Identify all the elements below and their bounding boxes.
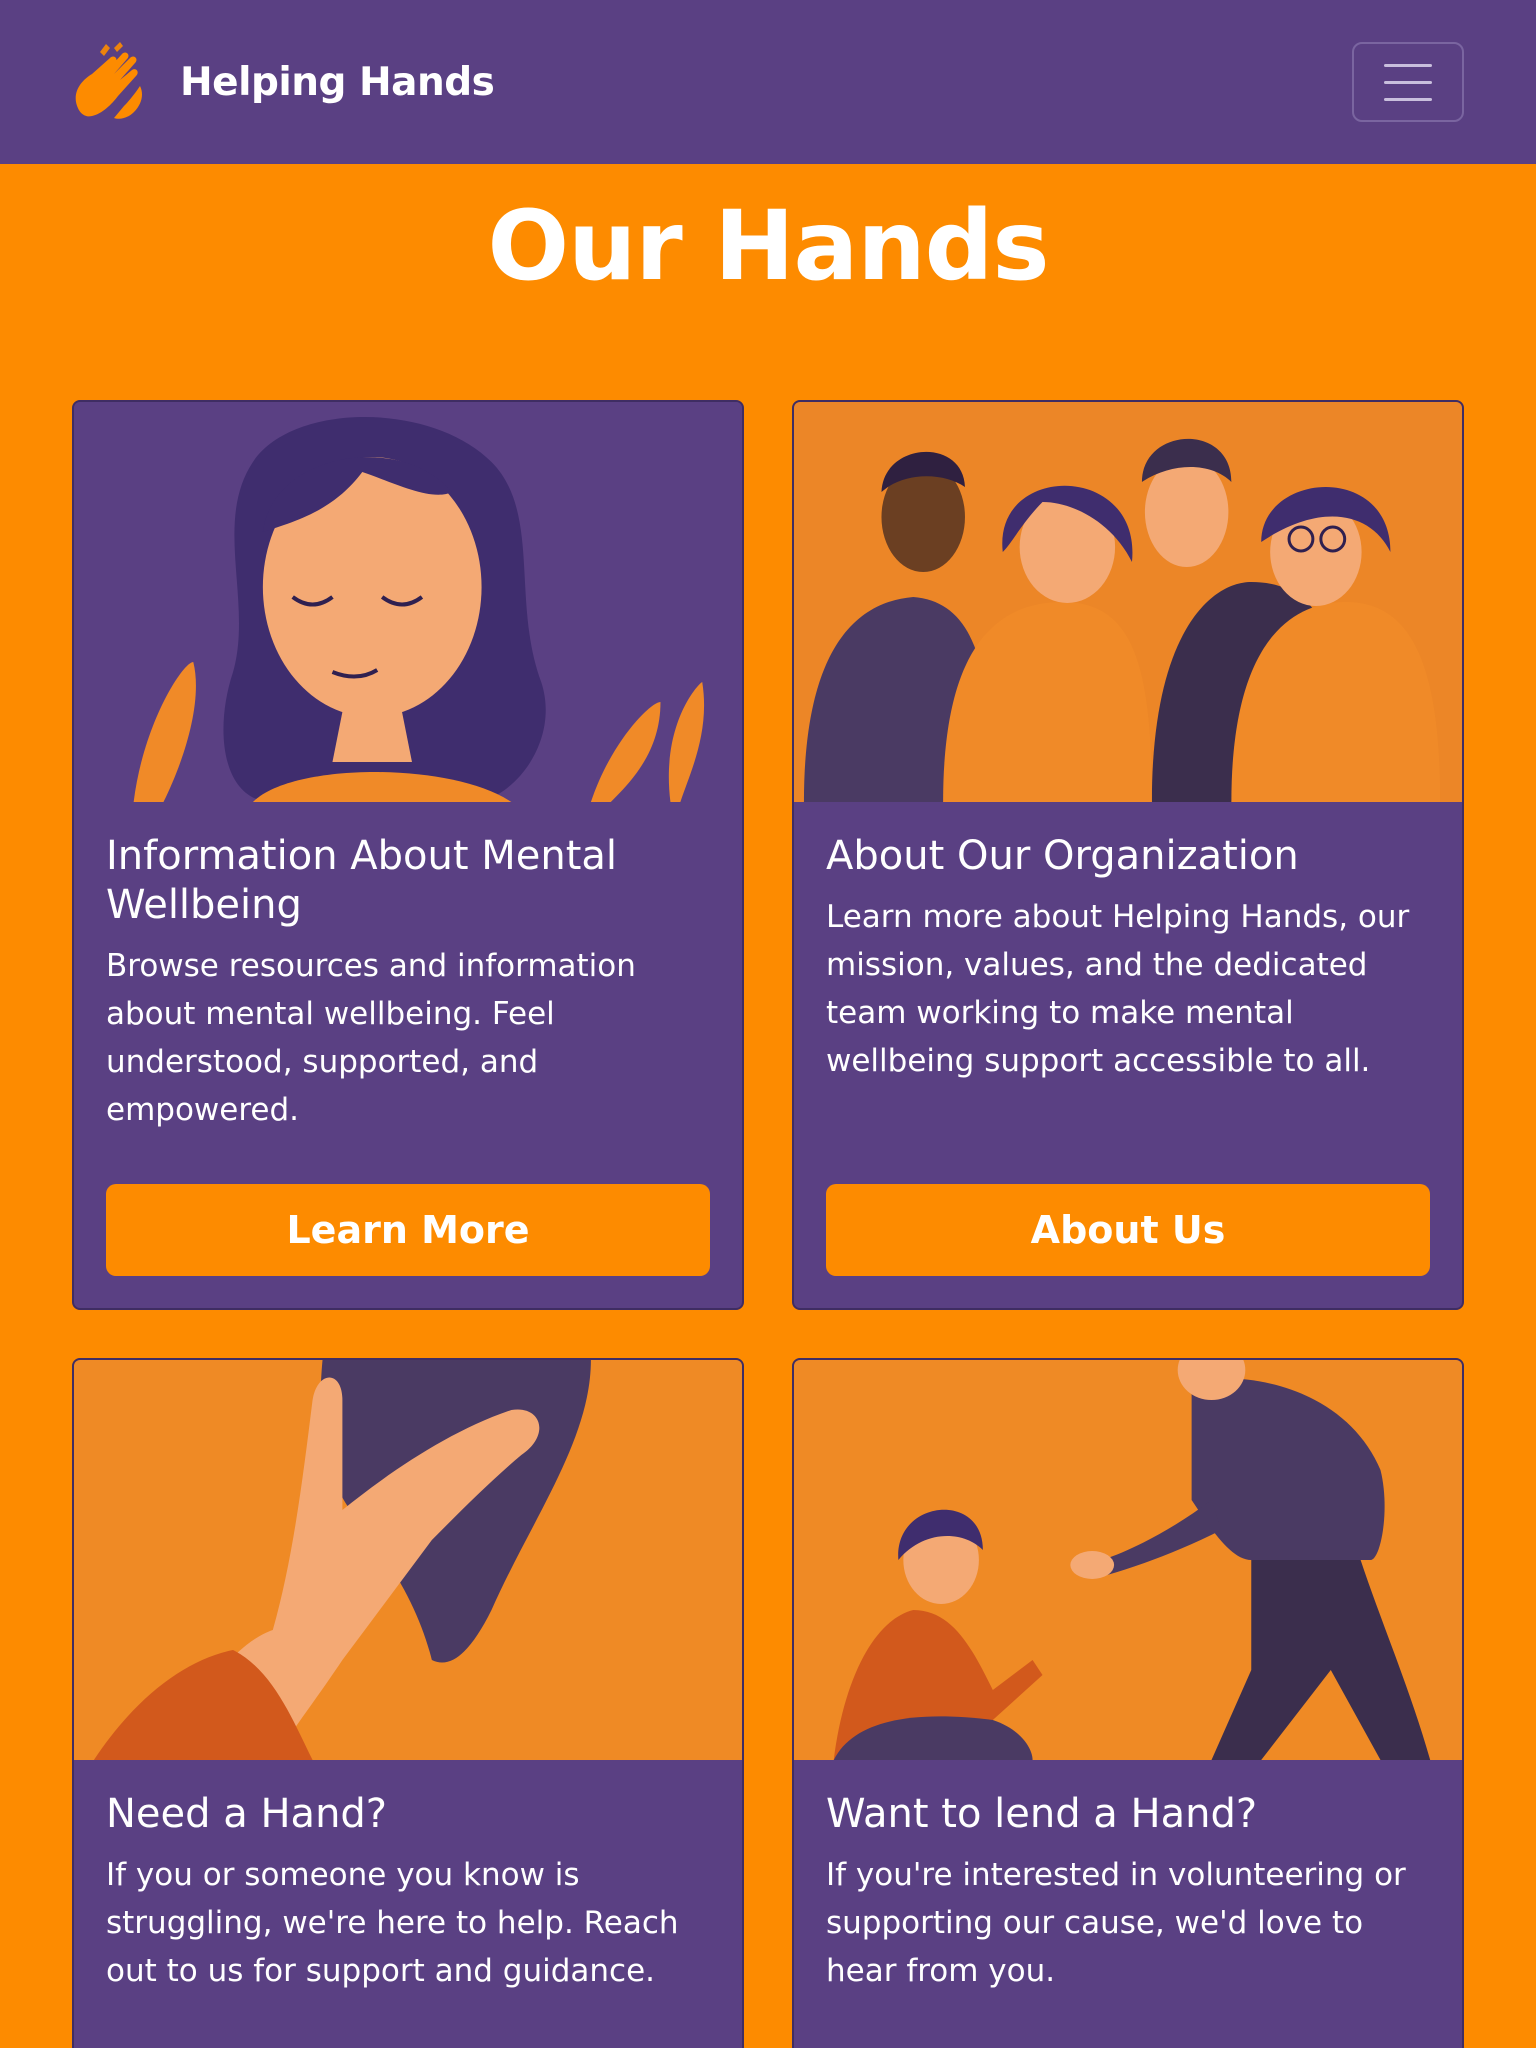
team-group-illustration — [794, 402, 1462, 802]
menu-toggle-button[interactable] — [1352, 42, 1464, 122]
card-mental-wellbeing: Information About Mental Wellbeing Brows… — [72, 400, 744, 1310]
calm-woman-illustration — [74, 402, 742, 802]
hands-holding-illustration — [74, 1360, 742, 1760]
card-title: Want to lend a Hand? — [826, 1791, 1258, 1837]
card-title: Information About Mental Wellbeing — [106, 833, 618, 928]
card-text: If you or someone you know is struggling… — [106, 1857, 679, 1989]
page-title: Our Hands — [487, 190, 1049, 302]
card-about-organization: About Our Organization Learn more about … — [792, 400, 1464, 1310]
navbar: Helping Hands — [0, 0, 1536, 164]
card-need-a-hand: Need a Hand? If you or someone you know … — [72, 1358, 744, 2048]
card-title: Need a Hand? — [106, 1791, 388, 1837]
learn-more-button[interactable]: Learn More — [106, 1184, 710, 1276]
hamburger-menu-icon — [1384, 63, 1432, 67]
card-text: If you're interested in volunteering or … — [826, 1857, 1406, 1989]
hamburger-menu-icon — [1384, 80, 1432, 84]
hamburger-menu-icon — [1384, 97, 1432, 101]
brand-link[interactable]: Helping Hands — [70, 40, 495, 124]
card-text: Learn more about Helping Hands, our miss… — [826, 899, 1410, 1079]
card-lend-a-hand: Want to lend a Hand? If you're intereste… — [792, 1358, 1464, 2048]
card-text: Browse resources and information about m… — [106, 948, 636, 1128]
about-us-button[interactable]: About Us — [826, 1184, 1430, 1276]
helping-up-illustration — [794, 1360, 1462, 1760]
brand-name: Helping Hands — [180, 59, 495, 105]
raised-hands-icon — [70, 40, 154, 124]
card-title: About Our Organization — [826, 833, 1299, 879]
